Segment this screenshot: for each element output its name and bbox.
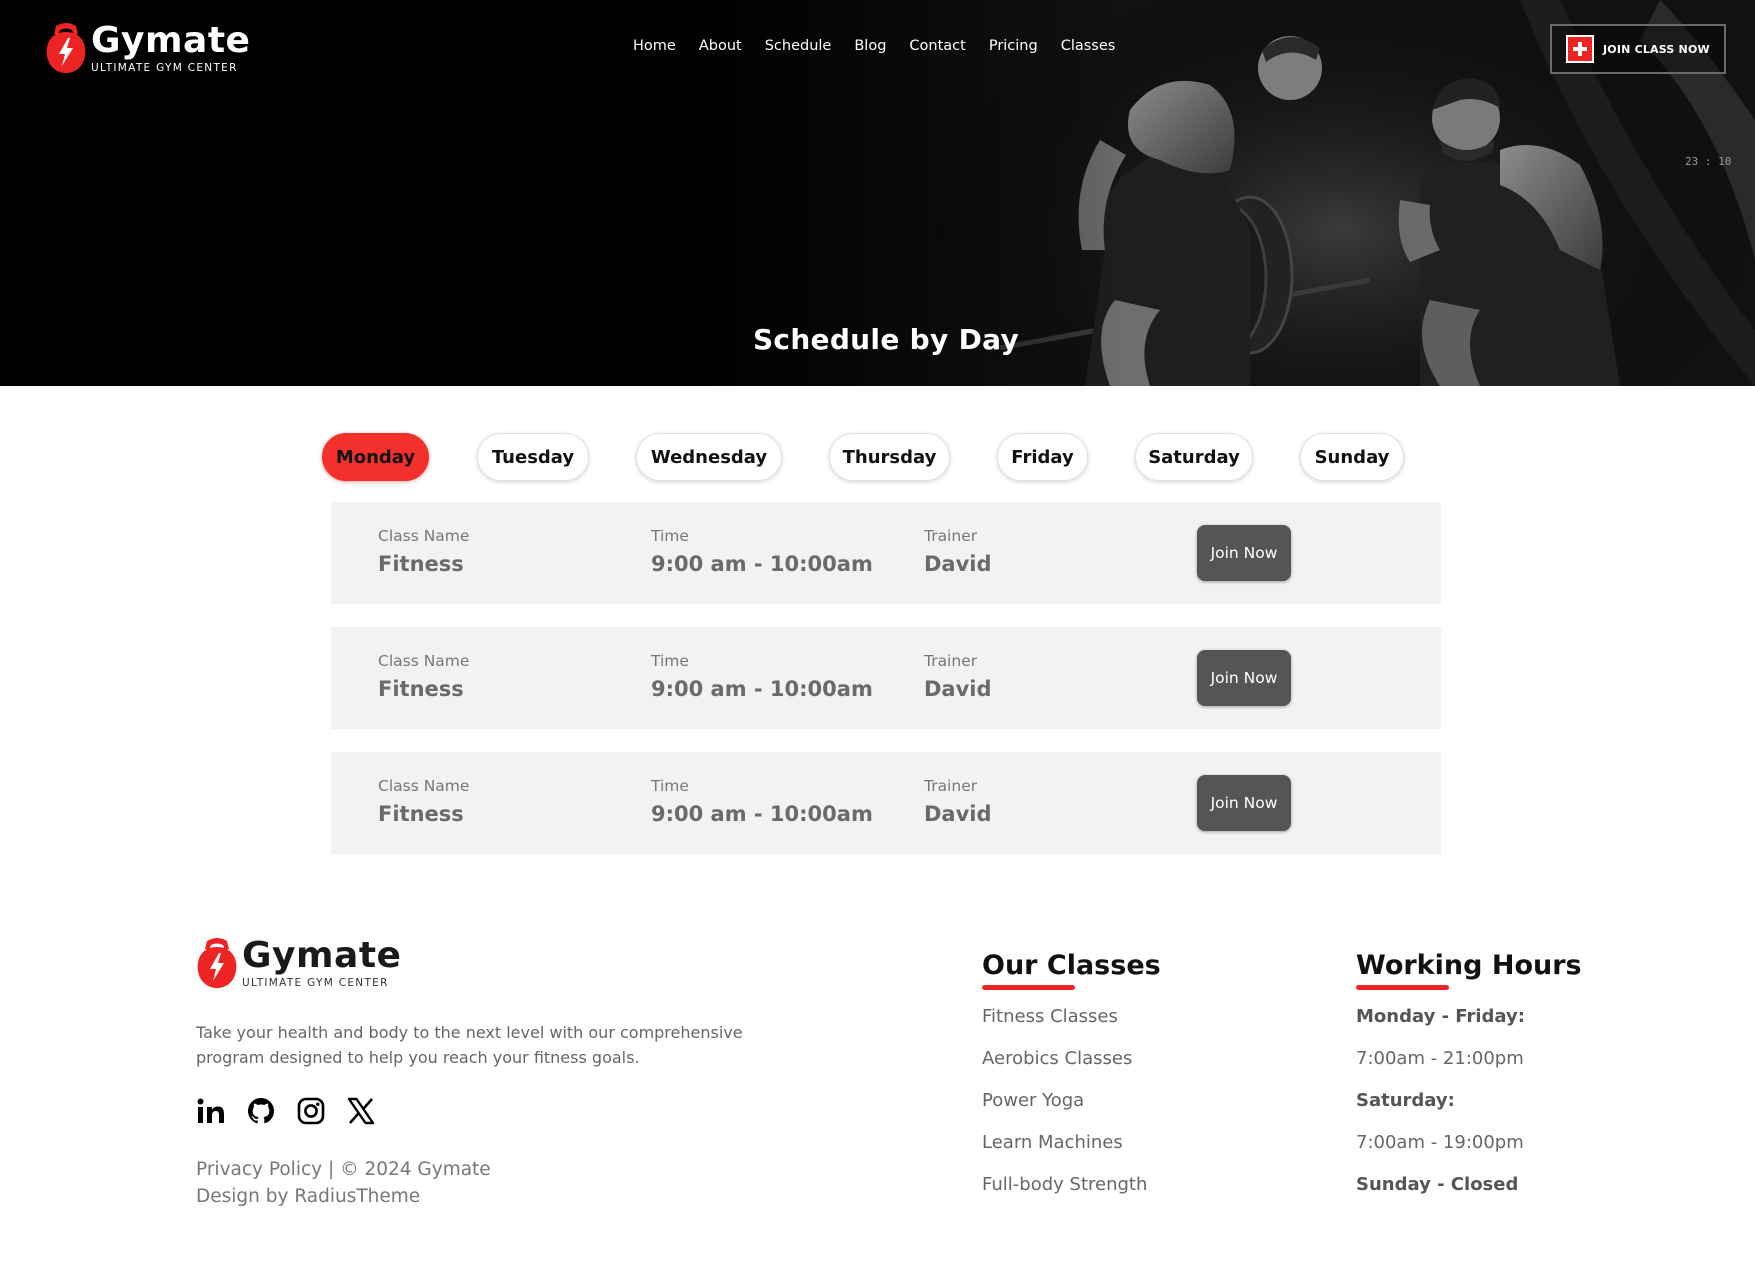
our-classes-list: Fitness Classes Aerobics Classes Power Y… (982, 1004, 1147, 1214)
tab-wednesday[interactable]: Wednesday (636, 433, 782, 481)
heading-underline (1356, 985, 1449, 990)
trainer-value: David (924, 801, 992, 826)
class-link-full-body[interactable]: Full-body Strength (982, 1174, 1147, 1195)
class-name-cell: Class Name Fitness (378, 777, 469, 826)
join-now-button[interactable]: Join Now (1197, 525, 1291, 581)
page-title: Schedule by Day (752, 323, 1020, 356)
main-nav: Home About Schedule Blog Contact Pricing… (633, 38, 1115, 54)
class-name-value: Fitness (378, 676, 464, 701)
nav-schedule[interactable]: Schedule (765, 38, 832, 54)
kettlebell-logo-icon (46, 23, 86, 73)
list-item: Full-body Strength (982, 1172, 1147, 1214)
trainer-header: Trainer (924, 777, 978, 795)
time-header: Time (651, 527, 689, 545)
weekday-hours: 7:00am - 21:00pm (1356, 1048, 1524, 1069)
nav-contact[interactable]: Contact (909, 38, 965, 54)
kettlebell-logo-icon (197, 938, 237, 988)
list-item: Aerobics Classes (982, 1046, 1147, 1088)
working-hours-title: Working Hours (1356, 950, 1582, 981)
saturday-hours: 7:00am - 19:00pm (1356, 1132, 1524, 1153)
time-cell: Time 9:00 am - 10:00am (651, 652, 873, 701)
schedule-row: Class Name Fitness Time 9:00 am - 10:00a… (331, 502, 1441, 604)
class-name-header: Class Name (378, 777, 470, 795)
instagram-icon[interactable] (296, 1096, 326, 1126)
class-link-fitness[interactable]: Fitness Classes (982, 1006, 1118, 1027)
class-name-header: Class Name (378, 527, 470, 545)
list-item: Fitness Classes (982, 1004, 1147, 1046)
list-item: Power Yoga (982, 1088, 1147, 1130)
copyright-text: | © 2024 Gymate (322, 1159, 491, 1180)
join-now-button[interactable]: Join Now (1197, 775, 1291, 831)
class-name-header: Class Name (378, 652, 470, 670)
our-classes-title: Our Classes (982, 950, 1161, 981)
class-link-aerobics[interactable]: Aerobics Classes (982, 1048, 1132, 1069)
heading-underline (982, 985, 1075, 990)
brand-tagline: ULTIMATE GYM CENTER (242, 976, 389, 989)
tab-friday[interactable]: Friday (997, 433, 1088, 481)
tab-monday[interactable]: Monday (322, 433, 429, 481)
saturday-label: Saturday: (1356, 1090, 1455, 1111)
day-tabs: Monday Tuesday Wednesday Thursday Friday… (0, 433, 1755, 483)
plus-icon (1566, 35, 1594, 63)
class-name-value: Fitness (378, 551, 464, 576)
nav-about[interactable]: About (699, 38, 742, 54)
class-link-power-yoga[interactable]: Power Yoga (982, 1090, 1084, 1111)
weekday-label: Monday - Friday: (1356, 1006, 1525, 1027)
class-name-cell: Class Name Fitness (378, 527, 469, 576)
trainer-cell: Trainer David (924, 652, 992, 701)
time-value: 9:00 am - 10:00am (651, 676, 873, 701)
x-icon[interactable] (346, 1096, 376, 1126)
privacy-policy-link[interactable]: Privacy Policy (196, 1159, 322, 1180)
brand-name: Gymate (242, 934, 402, 976)
nav-classes[interactable]: Classes (1061, 38, 1116, 54)
schedule-row: Class Name Fitness Time 9:00 am - 10:00a… (331, 627, 1441, 729)
nav-home[interactable]: Home (633, 38, 676, 54)
nav-pricing[interactable]: Pricing (989, 38, 1038, 54)
time-value: 9:00 am - 10:00am (651, 551, 873, 576)
working-hours-heading: Working Hours (1356, 950, 1582, 990)
trainer-cell: Trainer David (924, 527, 992, 576)
trainer-header: Trainer (924, 652, 978, 670)
nav-blog[interactable]: Blog (854, 38, 886, 54)
design-credit: Design by RadiusTheme (196, 1185, 421, 1207)
class-link-machines[interactable]: Learn Machines (982, 1132, 1123, 1153)
time-cell: Time 9:00 am - 10:00am (651, 777, 873, 826)
photo-clock-text: 23 : 10 (1685, 155, 1731, 168)
time-value: 9:00 am - 10:00am (651, 801, 873, 826)
join-now-button[interactable]: Join Now (1197, 650, 1291, 706)
time-header: Time (651, 652, 689, 670)
sunday-closed: Sunday - Closed (1356, 1174, 1519, 1195)
github-icon[interactable] (246, 1096, 276, 1126)
footer-legal: Privacy Policy | © 2024 Gymate Design by… (196, 1157, 491, 1211)
trainer-header: Trainer (924, 527, 978, 545)
hero-banner: 23 : 10 Gymate ULTIMATE GYM CENTER Home … (0, 0, 1755, 386)
header-logo[interactable]: Gymate ULTIMATE GYM CENTER (44, 22, 250, 74)
brand-name: Gymate (91, 19, 251, 61)
join-class-now-label: JOIN CLASS NOW (1603, 42, 1710, 56)
trainer-value: David (924, 676, 992, 701)
social-links (196, 1096, 376, 1126)
trainer-value: David (924, 551, 992, 576)
join-class-now-button[interactable]: JOIN CLASS NOW (1550, 24, 1726, 74)
footer-logo[interactable]: Gymate ULTIMATE GYM CENTER (195, 937, 401, 989)
tab-thursday[interactable]: Thursday (829, 433, 950, 481)
working-hours-list: Monday - Friday: 7:00am - 21:00pm Saturd… (1356, 1004, 1525, 1214)
tab-sunday[interactable]: Sunday (1300, 433, 1404, 481)
time-header: Time (651, 777, 689, 795)
tab-saturday[interactable]: Saturday (1135, 433, 1253, 481)
trainer-cell: Trainer David (924, 777, 992, 826)
class-name-value: Fitness (378, 801, 464, 826)
linkedin-icon[interactable] (196, 1096, 226, 1126)
our-classes-heading: Our Classes (982, 950, 1161, 990)
tab-tuesday[interactable]: Tuesday (477, 433, 589, 481)
class-name-cell: Class Name Fitness (378, 652, 469, 701)
brand-tagline: ULTIMATE GYM CENTER (91, 61, 238, 74)
list-item: Learn Machines (982, 1130, 1147, 1172)
schedule-row: Class Name Fitness Time 9:00 am - 10:00a… (331, 752, 1441, 854)
footer-description: Take your health and body to the next le… (196, 1023, 743, 1067)
time-cell: Time 9:00 am - 10:00am (651, 527, 873, 576)
